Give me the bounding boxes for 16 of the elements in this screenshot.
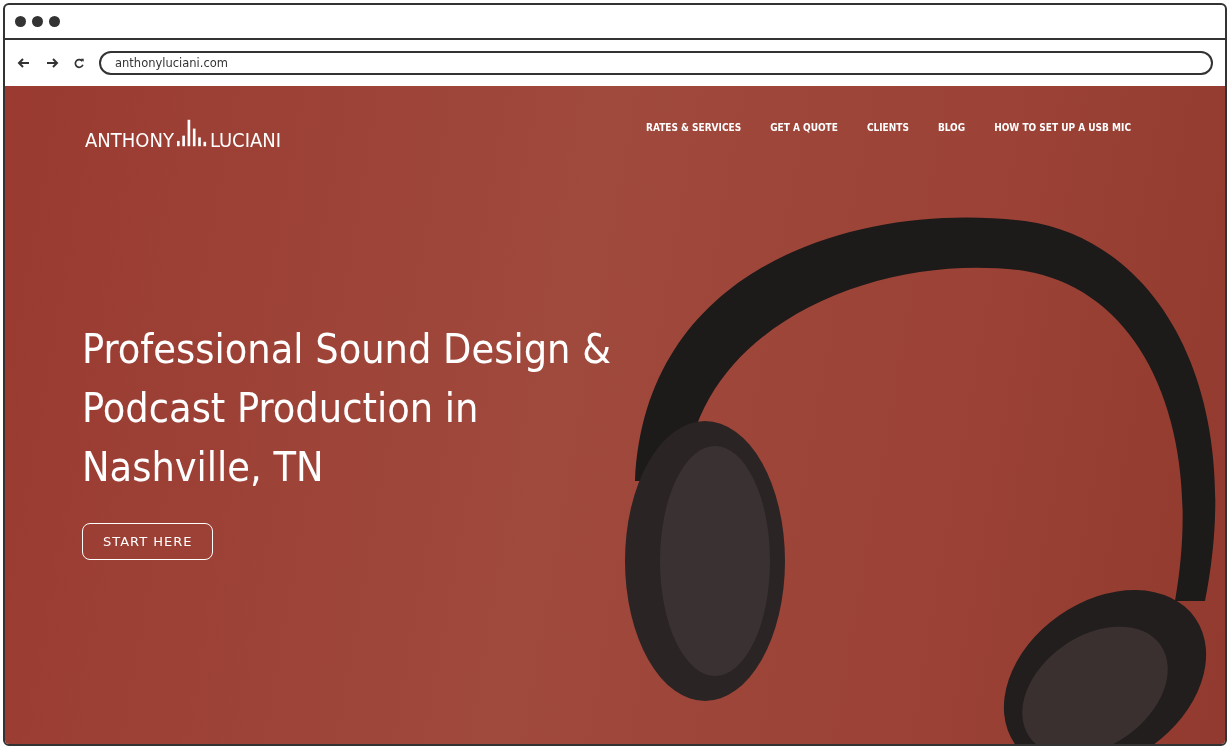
nav-link[interactable]: HOW TO SET UP A USB MIC <box>994 122 1131 133</box>
nav-link[interactable]: GET A QUOTE <box>770 122 838 133</box>
hero-heading: Professional Sound Design & Podcast Production in Nashville, TN <box>82 324 612 493</box>
window-dot-icon <box>49 16 60 27</box>
window-dot-icon <box>32 16 43 27</box>
window-dot-icon <box>15 16 26 27</box>
nav-link[interactable]: CLIENTS <box>866 122 909 133</box>
start-here-button[interactable]: START HERE <box>82 523 214 560</box>
nav-link[interactable]: RATES & SERVICES <box>646 122 742 133</box>
nav-link[interactable]: BLOG <box>937 122 966 133</box>
back-arrow-icon[interactable] <box>17 56 31 70</box>
logo-text[interactable]: ANTHONY <box>85 130 174 150</box>
reload-icon[interactable] <box>73 57 85 69</box>
logo-text[interactable]: LUCIANI <box>209 130 282 150</box>
forward-arrow-icon[interactable] <box>45 56 59 70</box>
address-bar[interactable]: anthonyluciani.com <box>99 51 1213 75</box>
